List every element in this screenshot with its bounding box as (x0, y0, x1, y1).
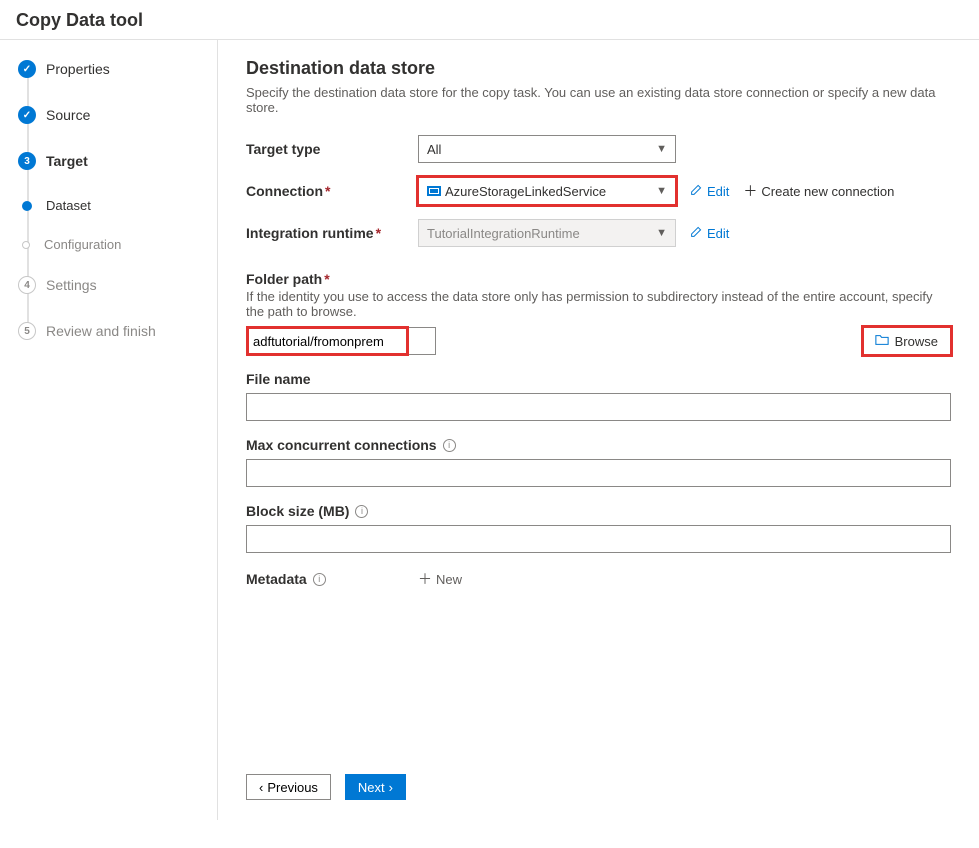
chevron-down-icon: ▼ (656, 143, 667, 155)
step-number-icon: 5 (18, 322, 36, 340)
edit-connection-button[interactable]: Edit (690, 183, 729, 199)
page-header: Copy Data tool (0, 0, 979, 40)
label-max-concurrent: Max concurrent connections i (246, 437, 951, 453)
substep-bullet-icon (22, 201, 32, 211)
step-label: Review and finish (46, 323, 156, 339)
pencil-icon (690, 183, 703, 199)
row-max-concurrent: Max concurrent connections i (246, 437, 951, 487)
new-metadata-button[interactable]: ＋ New (418, 569, 462, 589)
wizard-footer: ‹ Previous Next › (246, 758, 951, 800)
folder-icon (875, 333, 889, 350)
info-icon[interactable]: i (355, 505, 368, 518)
label-folder-path: Folder path* (246, 271, 951, 287)
select-value: AzureStorageLinkedService (445, 184, 606, 199)
input-block-size[interactable] (246, 525, 951, 553)
edit-runtime-button[interactable]: Edit (690, 225, 729, 241)
input-folder-path[interactable] (246, 327, 436, 355)
step-number-icon: 4 (18, 276, 36, 294)
step-list: Properties Source 3 Target Dataset Confi… (18, 60, 217, 340)
chevron-left-icon: ‹ (259, 780, 263, 795)
required-icon: * (325, 183, 330, 199)
label-target-type: Target type (246, 141, 418, 157)
plus-icon: ＋ (743, 181, 757, 201)
step-label: Properties (46, 61, 110, 77)
label-connection: Connection* (246, 183, 418, 199)
row-integration-runtime: Integration runtime* TutorialIntegration… (246, 219, 951, 247)
info-icon[interactable]: i (313, 573, 326, 586)
row-folder-path: Browse (246, 327, 951, 355)
row-file-name: File name (246, 371, 951, 421)
select-target-type[interactable]: All ▼ (418, 135, 676, 163)
check-icon (18, 60, 36, 78)
label-metadata: Metadata i (246, 571, 418, 587)
step-number-icon: 3 (18, 152, 36, 170)
wizard-sidebar: Properties Source 3 Target Dataset Confi… (0, 40, 218, 820)
label-integration-runtime: Integration runtime* (246, 225, 418, 241)
page-title: Copy Data tool (16, 10, 963, 31)
create-new-connection-button[interactable]: ＋ Create new connection (743, 181, 894, 201)
row-connection: Connection* AzureStorageLinkedService ▼ … (246, 177, 951, 205)
section-subtitle: Specify the destination data store for t… (246, 85, 951, 115)
page-body: Properties Source 3 Target Dataset Confi… (0, 40, 979, 820)
step-target[interactable]: 3 Target (18, 152, 217, 170)
row-target-type: Target type All ▼ (246, 135, 951, 163)
select-value: All (427, 142, 441, 157)
input-file-name[interactable] (246, 393, 951, 421)
substep-dataset[interactable]: Dataset (18, 198, 217, 213)
required-icon: * (376, 225, 381, 241)
substep-configuration[interactable]: Configuration (18, 237, 217, 252)
previous-button[interactable]: ‹ Previous (246, 774, 331, 800)
required-icon: * (324, 271, 329, 287)
label-block-size: Block size (MB) i (246, 503, 951, 519)
chevron-right-icon: › (389, 780, 393, 795)
input-max-concurrent[interactable] (246, 459, 951, 487)
step-label: Target (46, 153, 88, 169)
pencil-icon (690, 225, 703, 241)
row-block-size: Block size (MB) i (246, 503, 951, 553)
select-value: TutorialIntegrationRuntime (427, 226, 580, 241)
row-metadata: Metadata i ＋ New (246, 569, 951, 589)
storage-icon (427, 186, 441, 196)
info-icon[interactable]: i (443, 439, 456, 452)
step-label: Settings (46, 277, 97, 293)
chevron-down-icon: ▼ (656, 185, 667, 197)
check-icon (18, 106, 36, 124)
chevron-down-icon: ▼ (656, 227, 667, 239)
step-settings[interactable]: 4 Settings (18, 276, 217, 294)
hint-folder-path: If the identity you use to access the da… (246, 289, 946, 319)
main-panel: Destination data store Specify the desti… (218, 40, 979, 820)
step-label: Configuration (44, 237, 121, 252)
step-review[interactable]: 5 Review and finish (18, 322, 217, 340)
step-label: Dataset (46, 198, 91, 213)
plus-icon: ＋ (418, 569, 432, 589)
step-source[interactable]: Source (18, 106, 217, 124)
label-file-name: File name (246, 371, 951, 387)
next-button[interactable]: Next › (345, 774, 406, 800)
step-label: Source (46, 107, 90, 123)
substep-bullet-icon (22, 241, 30, 249)
section-title: Destination data store (246, 58, 951, 79)
browse-button[interactable]: Browse (863, 327, 951, 355)
step-properties[interactable]: Properties (18, 60, 217, 78)
select-connection[interactable]: AzureStorageLinkedService ▼ (418, 177, 676, 205)
select-integration-runtime[interactable]: TutorialIntegrationRuntime ▼ (418, 219, 676, 247)
